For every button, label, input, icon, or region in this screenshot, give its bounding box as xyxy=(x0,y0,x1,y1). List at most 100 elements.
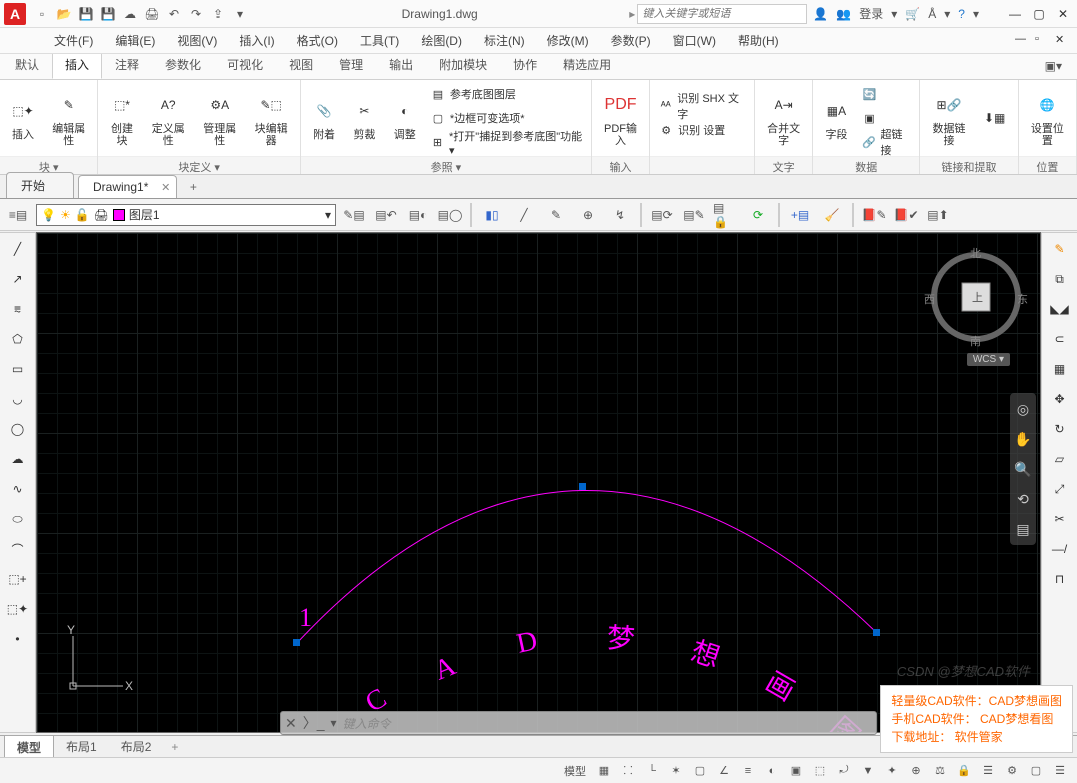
t12-icon[interactable]: 📕✎ xyxy=(860,201,888,229)
layout-tab-2[interactable]: 布局2 xyxy=(109,735,164,758)
command-bar[interactable]: ✕ 〉_ ▾ 键入命令 xyxy=(280,711,877,735)
status-osnap-icon[interactable]: ▢ xyxy=(689,761,711,781)
status-grid-icon[interactable]: ▦ xyxy=(593,761,615,781)
snap-underlay-button[interactable]: ⊞*打开"捕捉到参考底图"功能 ▾ xyxy=(426,131,587,153)
menu-modify[interactable]: 修改(M) xyxy=(537,29,599,52)
arc-icon[interactable]: ◡ xyxy=(3,385,33,413)
adjust-button[interactable]: ◐调整 xyxy=(386,93,424,143)
ribbon-tab-visualize[interactable]: 可视化 xyxy=(214,50,276,79)
nav-showmotion-icon[interactable]: ▤ xyxy=(1010,517,1036,541)
clip-button[interactable]: ✂剪裁 xyxy=(345,93,383,143)
status-qprops-icon[interactable]: 🔒 xyxy=(953,761,975,781)
menu-window[interactable]: 窗口(W) xyxy=(663,29,726,52)
t14-icon[interactable]: ▤⬆ xyxy=(924,201,952,229)
menu-edit[interactable]: 编辑(E) xyxy=(105,29,165,52)
layout-tab-model[interactable]: 模型 xyxy=(4,735,54,759)
layout-tab-1[interactable]: 布局1 xyxy=(54,735,109,758)
insert-icon[interactable]: ⬚+ xyxy=(3,565,33,593)
login-button[interactable]: 登录 xyxy=(859,5,883,22)
menu-draw[interactable]: 绘图(D) xyxy=(411,29,472,52)
ribbon-tab-view[interactable]: 视图 xyxy=(276,50,326,79)
status-isolate-icon[interactable]: ☰ xyxy=(977,761,999,781)
layout-add-icon[interactable]: + xyxy=(163,738,186,756)
status-hwaccel-icon[interactable]: ⚙ xyxy=(1001,761,1023,781)
menu-file[interactable]: 文件(F) xyxy=(44,29,103,52)
rect-icon[interactable]: ▭ xyxy=(3,355,33,383)
t11-icon[interactable]: 🧹 xyxy=(818,201,846,229)
eraser-icon[interactable]: ✎ xyxy=(1045,235,1075,263)
t1-icon[interactable]: ▮▯ xyxy=(478,201,506,229)
t8-icon[interactable]: ▤🔒 xyxy=(712,201,740,229)
t6-icon[interactable]: ▤⟳ xyxy=(648,201,676,229)
edit-attr-button[interactable]: ✎编辑属性 xyxy=(44,87,93,149)
block-icon[interactable]: ⬚✦ xyxy=(3,595,33,623)
panel-blockdef-label[interactable]: 块定义 ▾ xyxy=(98,156,299,174)
ribbon-tab-annotate[interactable]: 注释 xyxy=(102,50,152,79)
status-clean-icon[interactable]: ▢ xyxy=(1025,761,1047,781)
revcloud-icon[interactable]: ☁ xyxy=(3,445,33,473)
t7-icon[interactable]: ▤✎ xyxy=(680,201,708,229)
dropdown2-icon[interactable]: ▾ xyxy=(944,7,950,21)
undo-icon[interactable]: ↶ xyxy=(164,4,184,24)
define-attr-button[interactable]: A?定义属性 xyxy=(144,87,193,149)
status-annomon-icon[interactable]: ⊕ xyxy=(905,761,927,781)
menu-help[interactable]: 帮助(H) xyxy=(728,29,789,52)
viewcube[interactable]: 上 北 东 南 西 xyxy=(926,247,1026,347)
recognize-settings-button[interactable]: ⚙识别 设置 xyxy=(654,119,750,141)
status-ortho-icon[interactable]: └ xyxy=(641,761,663,781)
status-otrack-icon[interactable]: ∠ xyxy=(713,761,735,781)
app-logo-icon[interactable]: A xyxy=(4,3,26,25)
spline-icon[interactable]: ∿ xyxy=(3,475,33,503)
status-selfilter-icon[interactable]: ▼ xyxy=(857,761,879,781)
plot-icon[interactable]: 🖨 xyxy=(142,4,162,24)
mirror-icon[interactable]: ◣◢ xyxy=(1045,295,1075,323)
status-polar-icon[interactable]: ✶ xyxy=(665,761,687,781)
field-button[interactable]: ▦A字段 xyxy=(817,93,855,143)
line-icon[interactable]: ╱ xyxy=(3,235,33,263)
merge-text-button[interactable]: A⇥合并文字 xyxy=(759,87,808,149)
stretch-icon[interactable]: ⤢ xyxy=(1045,475,1075,503)
pline-icon[interactable]: ⩳ xyxy=(3,295,33,323)
extract-icon[interactable]: ⬇▦ xyxy=(976,100,1014,136)
copy-icon[interactable]: ⧉ xyxy=(1045,265,1075,293)
datalink-button[interactable]: ⊞🔗数据链接 xyxy=(924,87,973,149)
save-icon[interactable]: 💾 xyxy=(76,4,96,24)
layermatch-icon[interactable]: ✎▤ xyxy=(340,201,368,229)
cmd-search-icon[interactable]: ▾ xyxy=(331,716,337,730)
menu-dimension[interactable]: 标注(N) xyxy=(474,29,535,52)
help-icon[interactable]: ? xyxy=(958,7,965,21)
recognize-shx-button[interactable]: ᴬᴬ识别 SHX 文字 xyxy=(654,95,750,117)
ribbon-tab-addins[interactable]: 附加模块 xyxy=(426,50,500,79)
autodesk-icon[interactable]: Å xyxy=(928,7,936,21)
status-gizmo-icon[interactable]: ✦ xyxy=(881,761,903,781)
polygon-icon[interactable]: ⬠ xyxy=(3,325,33,353)
t4-icon[interactable]: ⊕ xyxy=(574,201,602,229)
layeruniso-icon[interactable]: ▤◯ xyxy=(436,201,464,229)
t10-icon[interactable]: +▤ xyxy=(786,201,814,229)
ribbon-collapse-icon[interactable]: ▣▾ xyxy=(1032,53,1075,79)
web-icon[interactable]: ☁ xyxy=(120,4,140,24)
doc-restore-icon[interactable]: ▫ xyxy=(1035,33,1051,49)
doc-close-icon[interactable]: ✕ xyxy=(1055,33,1071,49)
create-block-button[interactable]: ⬚*创建块 xyxy=(102,87,141,149)
status-dynucs-icon[interactable]: ⤾ xyxy=(833,761,855,781)
t5-icon[interactable]: ↯ xyxy=(606,201,634,229)
layer-dropdown[interactable]: 💡 ☀ 🔓 🖨 图层1 ▾ xyxy=(36,204,336,226)
nav-zoom-icon[interactable]: 🔍 xyxy=(1010,457,1036,481)
hyperlink-button[interactable]: 🔗超链接 xyxy=(858,131,916,153)
insert-block-button[interactable]: ⬚✦插入 xyxy=(4,93,42,143)
ellipse-icon[interactable]: ⬭ xyxy=(3,505,33,533)
attach-button[interactable]: 📎附着 xyxy=(305,93,343,143)
trim-icon[interactable]: ✂ xyxy=(1045,505,1075,533)
file-tab-start[interactable]: 开始 xyxy=(6,172,74,198)
status-transparency-icon[interactable]: ◐ xyxy=(761,761,783,781)
move-icon[interactable]: ✥ xyxy=(1045,385,1075,413)
extend-icon[interactable]: —/ xyxy=(1045,535,1075,563)
ellipsearc-icon[interactable]: ⌒ xyxy=(3,535,33,563)
t2-icon[interactable]: ╱ xyxy=(510,201,538,229)
cart-icon[interactable]: 🛒 xyxy=(905,7,920,21)
menu-param[interactable]: 参数(P) xyxy=(601,29,661,52)
menu-tools[interactable]: 工具(T) xyxy=(350,29,409,52)
ribbon-tab-default[interactable]: 默认 xyxy=(2,50,52,79)
menu-format[interactable]: 格式(O) xyxy=(287,29,348,52)
